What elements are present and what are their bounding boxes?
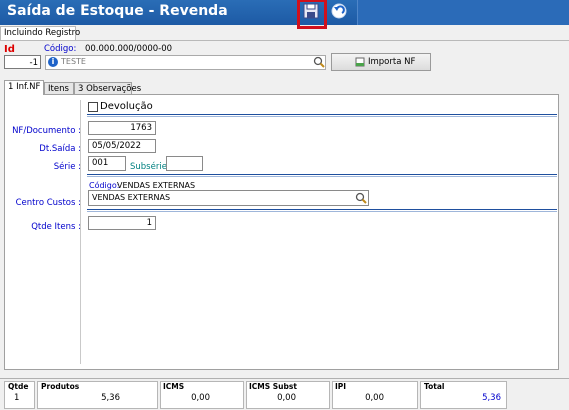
icms-header: ICMS (163, 382, 185, 391)
dt-saida-label: Dt.Saída : (39, 144, 81, 154)
tab-itens[interactable]: Itens (44, 82, 74, 94)
import-nf-label: Importa NF (368, 57, 416, 67)
panel-divider (80, 100, 81, 364)
cc-code-value: VENDAS EXTERNAS (117, 181, 196, 190)
code-label: Código: (44, 44, 77, 54)
qtde-itens-label: Qtde Itens : (31, 222, 81, 232)
centro-custos-value: VENDAS EXTERNAS (92, 193, 171, 202)
total-header: Total (424, 382, 445, 391)
customer-field[interactable] (45, 55, 326, 70)
icms-subst-header: ICMS Subst (249, 382, 297, 391)
qtde-value: 1 (14, 393, 20, 403)
total-value: 5,36 (482, 393, 501, 403)
centro-custos-field[interactable]: VENDAS EXTERNAS (88, 190, 369, 206)
dt-saida-field[interactable]: 05/05/2022 (88, 139, 156, 153)
icms-value: 0,00 (191, 393, 210, 403)
produtos-header: Produtos (41, 382, 80, 391)
code-value: 00.000.000/0000-00 (85, 44, 173, 54)
tab-observacoes[interactable]: 3 Observações (74, 82, 141, 94)
toolbar-area (357, 0, 569, 25)
subserie-field[interactable] (166, 156, 203, 171)
ipi-value: 0,00 (365, 393, 384, 403)
ipi-header: IPI (335, 382, 347, 391)
window-title: Saída de Estoque - Revenda (7, 3, 228, 19)
qtde-itens-field[interactable]: 1 (88, 216, 156, 230)
centro-custos-label: Centro Custos : (15, 198, 81, 208)
nf-documento-label: NF/Documento : (12, 126, 81, 136)
info-icon[interactable]: i (48, 57, 58, 67)
devolucao-label: Devolução (100, 101, 153, 112)
section-separator (87, 174, 557, 177)
section-separator (87, 114, 557, 117)
undo-arrow-icon (331, 3, 347, 19)
produtos-value: 5,36 (101, 393, 120, 403)
tab-panel (4, 94, 559, 370)
customer-value: TESTE (61, 57, 86, 66)
undo-button[interactable] (331, 3, 347, 19)
search-icon[interactable] (313, 56, 325, 68)
nf-documento-field[interactable]: 1763 (88, 121, 156, 135)
search-icon[interactable] (355, 192, 367, 204)
id-label: Id (4, 44, 15, 55)
icms-subst-value: 0,00 (277, 393, 296, 403)
serie-label: Série : (53, 162, 81, 172)
floppy-disk-icon (303, 3, 319, 19)
devolucao-checkbox[interactable] (88, 102, 98, 112)
serie-field[interactable]: 001 (88, 156, 126, 171)
section-separator (87, 209, 557, 212)
save-button[interactable] (302, 2, 320, 20)
tab-inf-nf[interactable]: 1 Inf.NF (4, 80, 44, 95)
divider (0, 40, 569, 41)
cc-code-label: Código: (89, 181, 120, 190)
qtde-header: Qtde (8, 382, 29, 391)
document-icon (355, 57, 365, 67)
id-field[interactable]: -1 (4, 55, 41, 69)
record-mode-tab: Incluindo Registro (0, 26, 80, 40)
